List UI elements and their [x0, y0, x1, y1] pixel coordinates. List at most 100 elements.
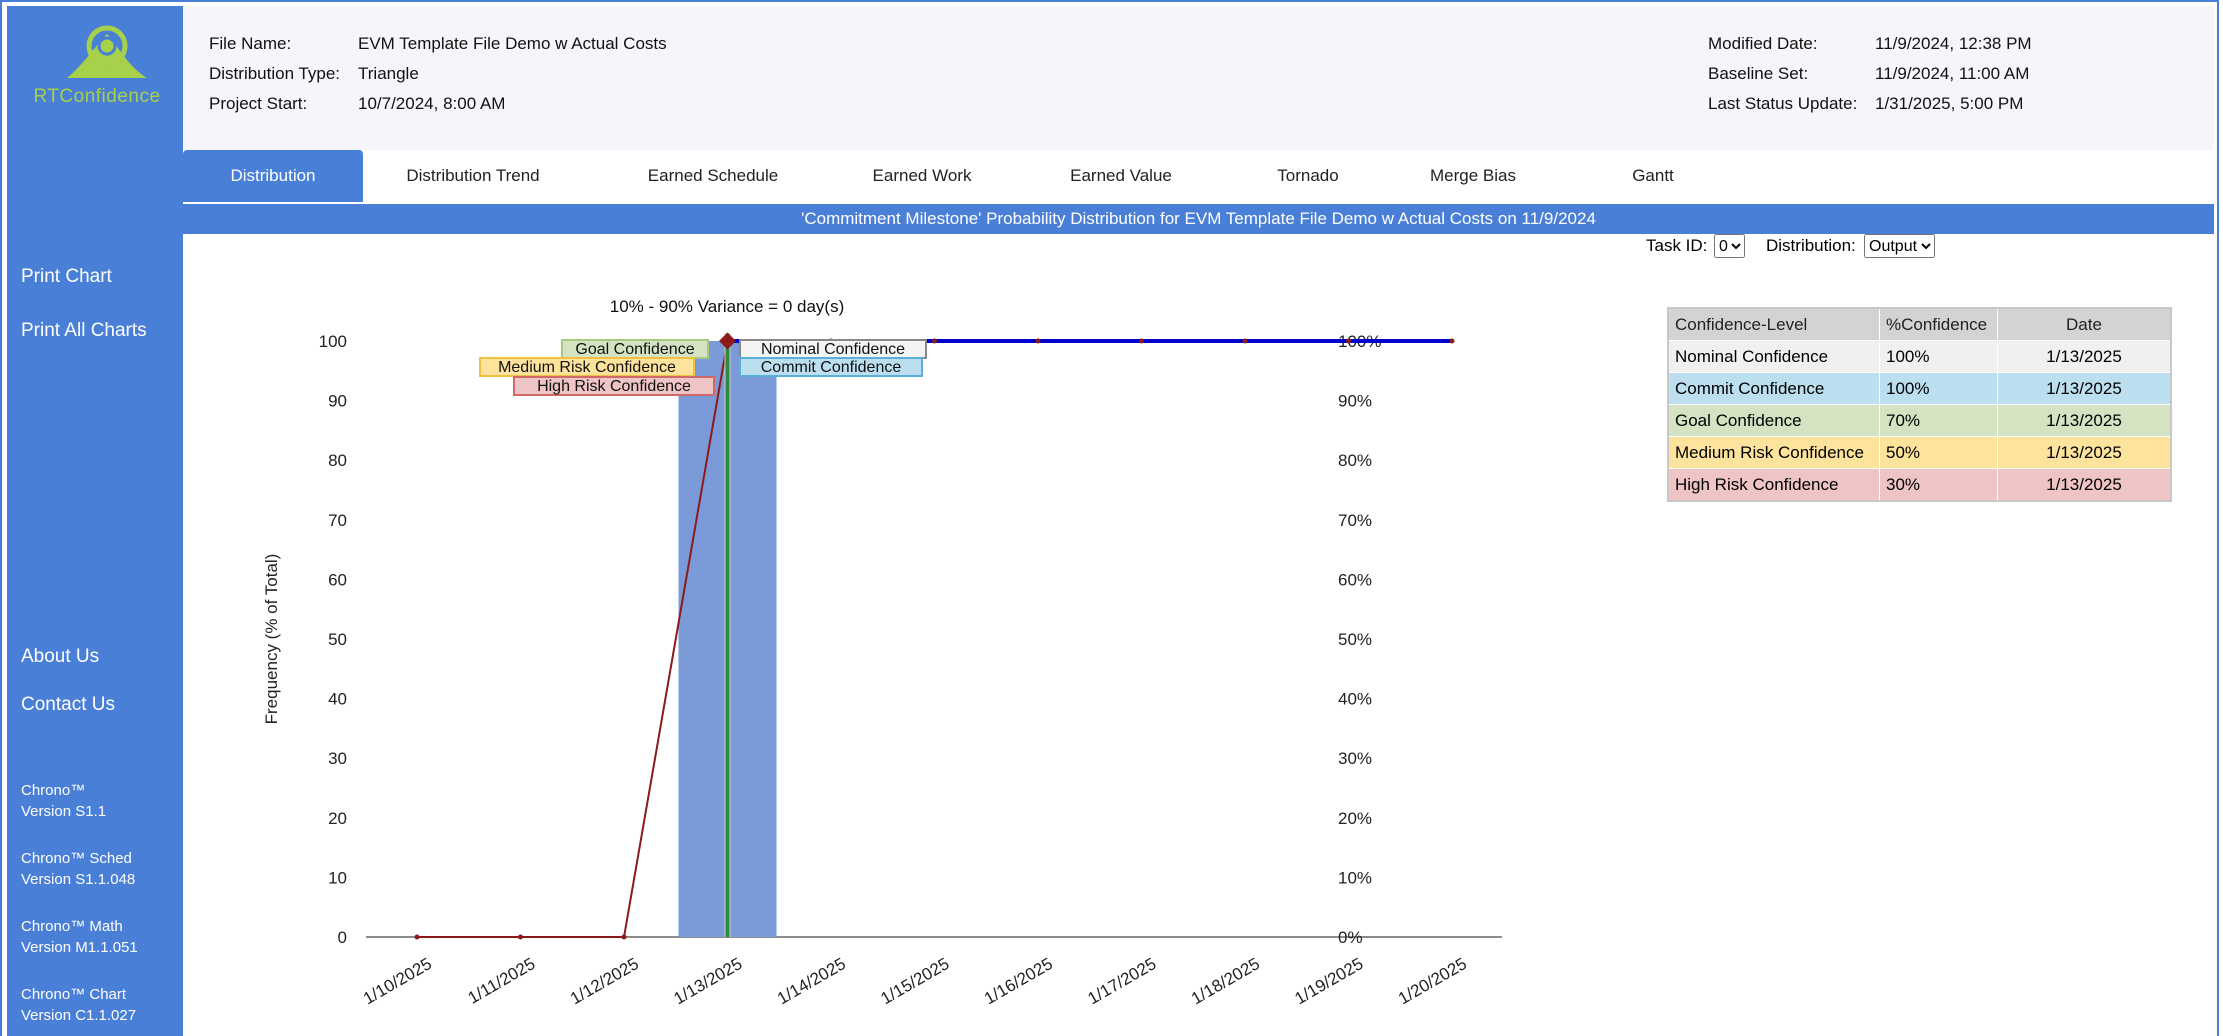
y2-tick-label: 0% [1338, 928, 1363, 947]
file-name-label: File Name: [209, 34, 292, 53]
x-tick-label: 1/13/2025 [670, 954, 745, 1008]
percent-cell: 50% [1879, 436, 1998, 469]
confidence-label-text: Commit Confidence [761, 359, 902, 376]
x-tick-label: 1/16/2025 [981, 954, 1056, 1008]
y-tick-label: 10 [328, 868, 347, 887]
percent-cell: 100% [1879, 340, 1998, 373]
file-name-value: EVM Template File Demo w Actual Costs [358, 34, 667, 53]
cumulative-point [1346, 338, 1351, 344]
cumulative-point [932, 338, 937, 344]
version-number: Version M1.1.051 [21, 939, 138, 956]
y2-tick-label: 90% [1338, 392, 1372, 411]
cumulative-point [1242, 338, 1248, 344]
file-info-header: File Name: EVM Template File Demo w Actu… [183, 6, 2214, 150]
x-tick-label: 1/12/2025 [567, 954, 642, 1008]
x-tick-label: 1/10/2025 [360, 954, 435, 1008]
confidence-level-cell: Commit Confidence [1667, 372, 1880, 405]
header-confidence-level: Confidence-Level [1667, 307, 1880, 341]
confidence-label-text: Medium Risk Confidence [498, 359, 676, 376]
version-name: Chrono™ Chart [21, 986, 127, 1003]
date-cell: 1/13/2025 [1997, 404, 2172, 437]
y-tick-label: 40 [328, 690, 347, 709]
y-axis-title: Frequency (% of Total) [262, 554, 281, 725]
y-tick-label: 80 [328, 451, 347, 470]
y2-tick-label: 30% [1338, 749, 1372, 768]
cumulative-point [518, 934, 523, 940]
task-id-select[interactable]: 0 [1714, 234, 1745, 258]
about-us-link[interactable]: About Us [21, 646, 99, 668]
version-number: Version S1.1.048 [21, 871, 136, 888]
x-tick-label: 1/18/2025 [1188, 954, 1263, 1008]
distribution-type-value: Triangle [358, 64, 419, 83]
date-cell: 1/13/2025 [1997, 436, 2172, 469]
cumulative-point [1139, 338, 1144, 344]
y2-tick-label: 40% [1338, 690, 1372, 709]
version-number: Version S1.1 [21, 803, 107, 820]
cumulative-point [414, 934, 420, 940]
distribution-select[interactable]: Output [1864, 234, 1935, 258]
y-tick-label: 50 [328, 630, 347, 649]
baseline-set-label: Baseline Set: [1708, 64, 1809, 83]
table-row: High Risk Confidence 30% 1/13/2025 [1667, 468, 2172, 502]
cumulative-point [621, 934, 627, 940]
y-tick-label: 30 [328, 749, 347, 768]
print-chart-link[interactable]: Print Chart [21, 266, 112, 288]
print-all-charts-link[interactable]: Print All Charts [21, 320, 147, 342]
distribution-chart: 0 0% 10 10% 20 20% 30 30% 40 40% 50 50% 60 60% 70 70% 80… [262, 297, 1502, 1008]
tab-earned-work[interactable]: Earned Work [847, 150, 997, 202]
chart-banner: 'Commitment Milestone' Probability Distr… [183, 204, 2214, 234]
x-tick-label: 1/11/2025 [465, 954, 539, 1008]
y2-tick-label: 50% [1338, 630, 1372, 649]
y-tick-label: 0 [338, 928, 347, 947]
date-cell: 1/13/2025 [1997, 340, 2172, 373]
x-tick-label: 1/14/2025 [774, 954, 849, 1008]
date-cell: 1/13/2025 [1997, 468, 2172, 502]
tab-merge-bias[interactable]: Merge Bias [1403, 150, 1543, 202]
y2-tick-label: 80% [1338, 451, 1372, 470]
version-name: Chrono™ Sched [21, 850, 132, 867]
logo: RTConfidence [27, 16, 167, 116]
tab-earned-schedule[interactable]: Earned Schedule [623, 150, 803, 202]
task-id-select-wrap: 0 [1714, 234, 1745, 258]
table-row: Commit Confidence 100% 1/13/2025 [1667, 372, 2172, 405]
confidence-label-text: Nominal Confidence [761, 341, 905, 358]
cumulative-point [1035, 338, 1041, 344]
version-chrono-chart: Chrono™ Chart Version C1.1.027 [21, 984, 136, 1026]
table-header-row: Confidence-Level %Confidence Date [1667, 307, 2172, 341]
tab-gantt[interactable]: Gantt [1603, 150, 1703, 202]
tab-distribution[interactable]: Distribution [183, 150, 363, 202]
distribution-label: Distribution: [1766, 236, 1856, 255]
y2-tick-label: 20% [1338, 809, 1372, 828]
tab-bar: Distribution Distribution Trend Earned S… [183, 150, 2214, 202]
y-tick-label: 100 [319, 332, 347, 351]
header-percent-confidence: %Confidence [1879, 307, 1998, 341]
confidence-level-cell: Medium Risk Confidence [1667, 436, 1880, 469]
confidence-level-cell: Nominal Confidence [1667, 340, 1880, 373]
version-name: Chrono™ Math [21, 918, 123, 935]
confidence-label-text: High Risk Confidence [537, 378, 691, 395]
x-tick-label: 1/17/2025 [1084, 954, 1159, 1008]
version-name: Chrono™ [21, 782, 86, 799]
y-tick-label: 60 [328, 570, 347, 589]
table-row: Goal Confidence 70% 1/13/2025 [1667, 404, 2172, 437]
contact-us-link[interactable]: Contact Us [21, 694, 115, 716]
tab-tornado[interactable]: Tornado [1253, 150, 1363, 202]
cumulative-point [1449, 338, 1455, 344]
distribution-type-label: Distribution Type: [209, 64, 341, 83]
confidence-level-cell: Goal Confidence [1667, 404, 1880, 437]
logo-text: RTConfidence [33, 86, 161, 107]
version-chrono: Chrono™ Version S1.1 [21, 780, 106, 822]
tab-distribution-trend[interactable]: Distribution Trend [383, 150, 563, 202]
x-tick-label: 1/20/2025 [1395, 954, 1470, 1008]
y-tick-label: 90 [328, 392, 347, 411]
modified-date-label: Modified Date: [1708, 34, 1818, 53]
modified-date-value: 11/9/2024, 12:38 PM [1875, 34, 2032, 53]
percent-cell: 70% [1879, 404, 1998, 437]
tab-earned-value[interactable]: Earned Value [1046, 150, 1196, 202]
version-number: Version C1.1.027 [21, 1007, 137, 1024]
task-id-label: Task ID: [1646, 236, 1708, 255]
baseline-set-value: 11/9/2024, 11:00 AM [1875, 64, 2030, 83]
date-cell: 1/13/2025 [1997, 372, 2172, 405]
y2-tick-label: 60% [1338, 570, 1372, 589]
version-chrono-sched: Chrono™ Sched Version S1.1.048 [21, 848, 135, 890]
